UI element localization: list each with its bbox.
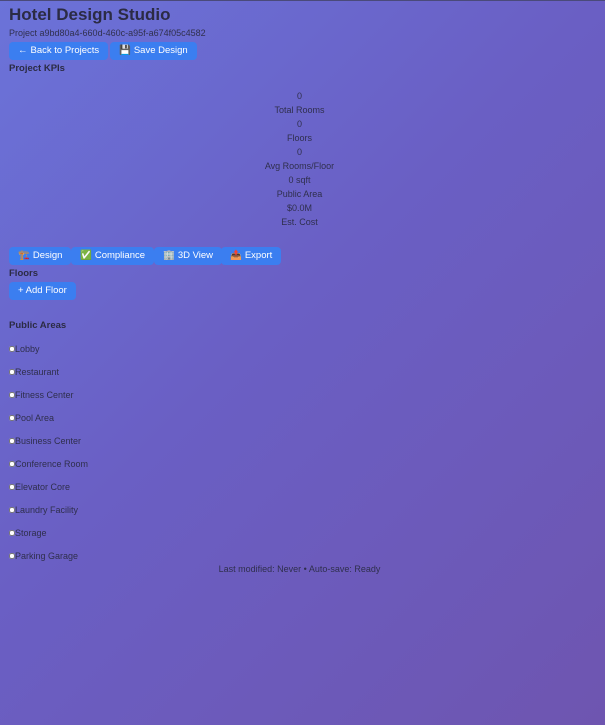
tab-export[interactable]: 📤 Export: [221, 247, 282, 265]
public-area-item: Laundry Facility: [9, 503, 88, 526]
check-mark-icon: ✅: [80, 250, 92, 261]
public-area-item: Lobby: [9, 342, 88, 365]
page-title: Hotel Design Studio: [9, 5, 171, 24]
public-areas-list: Lobby Restaurant Fitness Center Pool Are…: [9, 342, 88, 572]
public-area-item: Conference Room: [9, 457, 88, 480]
public-area-label: Fitness Center: [15, 390, 74, 400]
kpi-est-cost-value: $0.0M: [286, 203, 312, 213]
public-area-item: Elevator Core: [9, 480, 88, 503]
public-areas-section-title: Public Areas: [9, 320, 67, 331]
kpi-est-cost-label: Est. Cost: [281, 217, 318, 227]
kpi-panel: 0 Total Rooms 0 Floors 0 Avg Rooms/Floor…: [9, 89, 590, 229]
tab-design[interactable]: 🏗️ Design: [9, 247, 72, 265]
public-area-item: Fitness Center: [9, 388, 88, 411]
back-to-projects-label: Back to Projects: [30, 45, 100, 56]
public-area-item: Restaurant: [9, 365, 88, 388]
public-area-label: Conference Room: [15, 459, 89, 469]
tab-design-label: Design: [32, 250, 63, 261]
public-area-label: Restaurant: [15, 367, 60, 377]
kpi-avg-rooms-value: 0: [296, 147, 302, 157]
project-id: Project a9bd80a4-660d-460c-a95f-a674f05c…: [9, 28, 206, 38]
tab-export-label: Export: [244, 250, 273, 261]
public-area-label: Elevator Core: [15, 482, 71, 492]
outbox-tray-icon: 📤: [230, 250, 242, 261]
kpi-floors-label: Floors: [286, 133, 312, 143]
construction-icon: 🏗️: [18, 250, 30, 261]
public-area-label: Lobby: [15, 344, 40, 354]
floors-section-title: Floors: [9, 268, 39, 279]
kpi-public-area-value: 0 sqft: [288, 175, 311, 185]
public-area-item: Pool Area: [9, 411, 88, 434]
save-design-button[interactable]: 💾 Save Design: [110, 42, 197, 60]
public-area-label: Pool Area: [15, 413, 55, 423]
kpi-public-area-label: Public Area: [276, 189, 323, 199]
building-icon: 🏢: [163, 250, 175, 261]
back-to-projects-button[interactable]: ← Back to Projects: [9, 42, 109, 60]
save-design-label: Save Design: [133, 45, 188, 56]
tab-3d-view[interactable]: 🏢 3D View: [154, 247, 223, 265]
public-area-label: Storage: [15, 528, 47, 538]
kpi-floors-value: 0: [296, 119, 302, 129]
kpi-avg-rooms-label: Avg Rooms/Floor: [264, 161, 335, 171]
tab-3d-view-label: 3D View: [177, 250, 214, 261]
arrow-left-icon: ←: [18, 45, 28, 56]
public-area-label: Laundry Facility: [15, 505, 79, 515]
public-area-label: Business Center: [15, 436, 82, 446]
kpi-section-title: Project KPIs: [9, 63, 65, 74]
tab-compliance-label: Compliance: [94, 250, 146, 261]
floppy-disk-icon: 💾: [119, 45, 131, 56]
public-area-item: Business Center: [9, 434, 88, 457]
status-footer: Last modified: Never • Auto-save: Ready: [218, 564, 381, 574]
tab-compliance[interactable]: ✅ Compliance: [71, 247, 155, 265]
add-floor-button[interactable]: + Add Floor: [9, 282, 76, 300]
kpi-total-rooms-label: Total Rooms: [274, 105, 325, 115]
public-area-label: Parking Garage: [15, 551, 79, 561]
kpi-total-rooms-value: 0: [296, 91, 302, 101]
public-area-item: Storage: [9, 526, 88, 549]
